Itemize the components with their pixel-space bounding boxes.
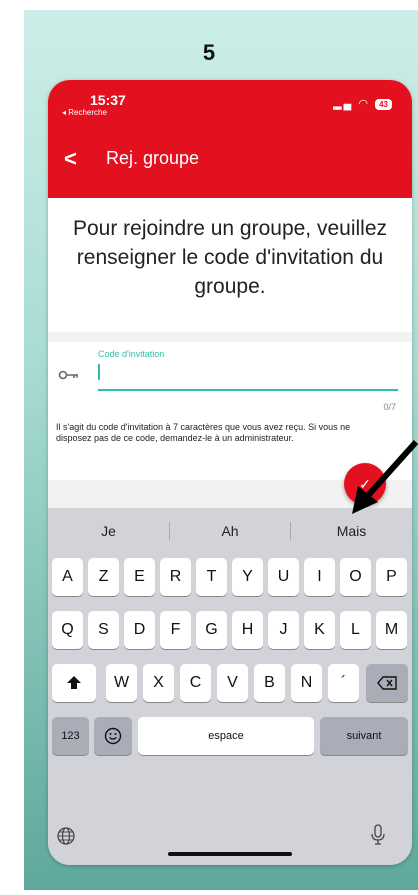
microphone-icon[interactable]: [370, 824, 386, 851]
key[interactable]: C: [180, 664, 211, 702]
space-key[interactable]: espace: [138, 717, 314, 755]
app-header: 15:37 ◂ Recherche ▂▄ ◠ 43 < Rej. groupe: [48, 80, 412, 198]
wifi-icon: ◠: [358, 98, 371, 110]
shift-key[interactable]: [52, 664, 96, 702]
navigation-bar: < Rej. groupe: [48, 142, 412, 178]
battery-icon: 43: [375, 99, 392, 110]
backspace-key[interactable]: [366, 664, 408, 702]
suggestion-2[interactable]: Ah: [170, 514, 290, 548]
signal-icon: ▂▄: [333, 98, 354, 110]
input-underline: [98, 389, 398, 391]
key[interactable]: L: [340, 611, 371, 649]
key[interactable]: K: [304, 611, 335, 649]
key[interactable]: P: [376, 558, 407, 596]
key[interactable]: ´: [328, 664, 359, 702]
field-label: Code d'invitation: [98, 349, 165, 359]
keyboard: Je Ah Mais A Z E R T Y U I O P Q S D F G…: [48, 508, 412, 865]
suggestion-3[interactable]: Mais: [291, 514, 412, 548]
key[interactable]: R: [160, 558, 191, 596]
page-title: Rej. groupe: [106, 148, 200, 168]
key[interactable]: A: [52, 558, 83, 596]
key[interactable]: H: [232, 611, 263, 649]
key[interactable]: O: [340, 558, 371, 596]
key[interactable]: W: [106, 664, 137, 702]
next-key[interactable]: suivant: [320, 717, 408, 755]
status-icons: ▂▄ ◠ 43: [333, 97, 392, 110]
numbers-key[interactable]: 123: [52, 717, 89, 755]
key[interactable]: Y: [232, 558, 263, 596]
key[interactable]: T: [196, 558, 227, 596]
key[interactable]: J: [268, 611, 299, 649]
step-number: 5: [202, 40, 216, 65]
intro-text: Pour rejoindre un groupe, veuillez rense…: [72, 217, 388, 298]
shift-icon: [67, 676, 81, 689]
backspace-icon: [377, 676, 397, 690]
key[interactable]: Q: [52, 611, 83, 649]
home-indicator: [168, 852, 292, 856]
back-to-app-link[interactable]: ◂ Recherche: [62, 108, 107, 117]
key[interactable]: S: [88, 611, 119, 649]
emoji-key[interactable]: [94, 717, 132, 755]
key[interactable]: E: [124, 558, 155, 596]
emoji-icon: [104, 727, 122, 745]
key[interactable]: N: [291, 664, 322, 702]
intro-panel: Pour rejoindre un groupe, veuillez rense…: [48, 198, 412, 332]
key[interactable]: F: [160, 611, 191, 649]
pointer-arrow-icon: [352, 440, 418, 514]
key[interactable]: U: [268, 558, 299, 596]
key[interactable]: D: [124, 611, 155, 649]
key[interactable]: V: [217, 664, 248, 702]
key[interactable]: B: [254, 664, 285, 702]
key[interactable]: Z: [88, 558, 119, 596]
key[interactable]: X: [143, 664, 174, 702]
char-counter: 0/7: [383, 402, 396, 412]
key-icon: [58, 368, 80, 384]
key[interactable]: I: [304, 558, 335, 596]
globe-icon[interactable]: [56, 826, 76, 851]
chevron-left-icon[interactable]: <: [64, 146, 77, 172]
key[interactable]: M: [376, 611, 407, 649]
suggestion-1[interactable]: Je: [48, 514, 169, 548]
key[interactable]: G: [196, 611, 227, 649]
help-text: Il s'agit du code d'invitation à 7 carac…: [56, 422, 351, 443]
status-time: 15:37: [90, 92, 126, 108]
invitation-code-input[interactable]: [98, 364, 100, 380]
